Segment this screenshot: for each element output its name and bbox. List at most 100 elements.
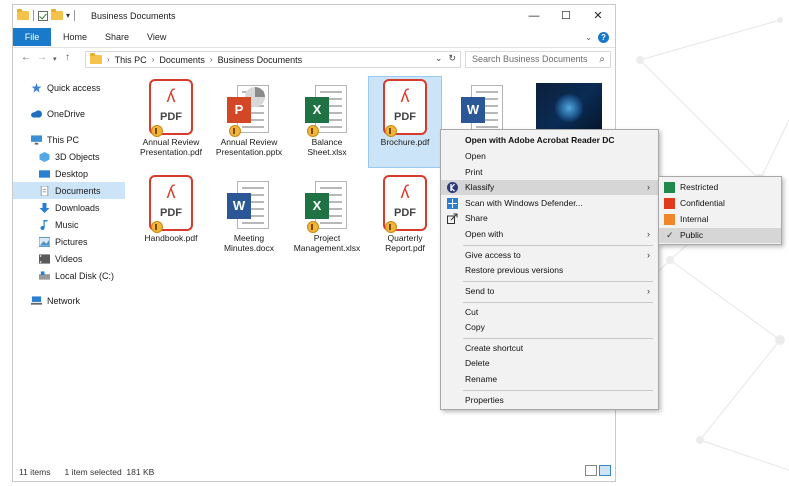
menu-item-cut[interactable]: Cut — [441, 305, 658, 320]
file-item[interactable]: ʎ PDF Handbook.pdf — [133, 175, 209, 243]
submenu-item-label: Restricted — [680, 182, 719, 192]
up-arrow-icon[interactable]: ↑ — [65, 52, 70, 63]
sidebar-item-label: Pictures — [55, 236, 88, 247]
sidebar-item-onedrive[interactable]: OneDrive — [13, 105, 125, 122]
network-icon — [31, 295, 42, 305]
menu-item-share[interactable]: Share — [441, 211, 658, 226]
star-icon — [31, 82, 42, 93]
pdf-file-icon: ʎ PDF — [383, 175, 427, 233]
menu-item-give-access[interactable]: Give access to › — [441, 248, 658, 263]
file-item[interactable]: X Project Management.xlsx — [289, 175, 365, 253]
tab-home[interactable]: Home — [63, 28, 87, 46]
download-icon — [39, 202, 50, 213]
file-name: Balance Sheet.xlsx — [307, 137, 347, 157]
menu-item-open-with[interactable]: Open with › — [441, 227, 658, 242]
chevron-right-icon: › — [107, 55, 110, 64]
chevron-right-icon: › — [647, 182, 650, 192]
tab-file[interactable]: File — [13, 28, 51, 46]
customize-toolbar-arrow-icon[interactable]: ▾ — [66, 11, 70, 20]
refresh-icon[interactable]: ↻ — [448, 53, 456, 64]
properties-check-icon[interactable] — [38, 10, 48, 21]
menu-item-properties[interactable]: Properties — [441, 393, 658, 408]
menu-item-label: Open with — [465, 229, 504, 239]
menu-item-print[interactable]: Print — [441, 165, 658, 180]
file-item[interactable]: W Meeting Minutes.docx — [211, 175, 287, 253]
tab-share[interactable]: Share — [105, 28, 129, 46]
menu-item-restore[interactable]: Restore previous versions — [441, 263, 658, 278]
sidebar-item-videos[interactable]: Videos — [13, 250, 125, 267]
acrobat-icon: ʎ — [166, 86, 176, 106]
maximize-button[interactable]: ☐ — [549, 8, 583, 24]
breadcrumb-business-documents[interactable]: Business Documents — [218, 55, 303, 65]
close-button[interactable]: ✕ — [581, 8, 615, 24]
forward-arrow-icon[interactable]: → — [37, 52, 47, 63]
search-icon[interactable]: ⌕ — [599, 52, 605, 67]
status-bar: 11 items 1 item selected 181 KB — [19, 467, 154, 477]
menu-separator — [463, 281, 653, 282]
submenu-item-public[interactable]: ✓ Public — [659, 228, 781, 243]
address-bar[interactable]: › This PC › Documents › Business Documen… — [85, 51, 461, 68]
new-folder-icon[interactable] — [51, 9, 63, 20]
sidebar-item-label: Videos — [55, 253, 83, 264]
menu-item-scan[interactable]: Scan with Windows Defender... — [441, 196, 658, 211]
menu-item-open[interactable]: Open — [441, 149, 658, 164]
search-placeholder: Search Business Documents — [472, 54, 588, 64]
file-item[interactable]: P Annual Review Presentation.pptx — [211, 79, 287, 157]
search-input[interactable]: Search Business Documents ⌕ — [465, 51, 611, 68]
sidebar-item-label: This PC — [47, 134, 80, 145]
menu-item-delete[interactable]: Delete — [441, 356, 658, 371]
file-name: Handbook.pdf — [144, 233, 198, 243]
menu-item-klassify[interactable]: Klassify › — [441, 180, 658, 195]
file-item[interactable]: ʎ PDF Annual Review Presentation.pdf — [133, 79, 209, 157]
menu-item-send-to[interactable]: Send to › — [441, 284, 658, 299]
sidebar-item-label: 3D Objects — [55, 151, 100, 162]
submenu-item-confidential[interactable]: Confidential — [659, 196, 781, 211]
sidebar-item-quick-access[interactable]: Quick access — [13, 79, 125, 96]
help-icon[interactable]: ? — [598, 32, 609, 43]
details-view-icon[interactable] — [585, 465, 597, 476]
breadcrumb-documents[interactable]: Documents — [159, 55, 205, 65]
sidebar-item-label: OneDrive — [47, 108, 86, 119]
menu-item-rename[interactable]: Rename — [441, 372, 658, 387]
menu-separator — [463, 338, 653, 339]
expand-ribbon-icon[interactable]: ⌄ — [585, 33, 592, 42]
sidebar-item-label: Documents — [55, 185, 101, 196]
submenu-item-label: Confidential — [680, 198, 725, 208]
menu-item-copy[interactable]: Copy — [441, 320, 658, 335]
klassify-badge-icon — [385, 125, 397, 137]
minimize-button[interactable]: — — [517, 8, 551, 24]
menu-item-label: Klassify — [465, 182, 495, 192]
file-name: Project Management.xlsx — [293, 233, 361, 253]
menu-item-create-shortcut[interactable]: Create shortcut — [441, 341, 658, 356]
tab-view[interactable]: View — [147, 28, 166, 46]
menu-separator — [463, 302, 653, 303]
sidebar-item-3d-objects[interactable]: 3D Objects — [13, 148, 125, 165]
sidebar-item-network[interactable]: Network — [13, 292, 125, 309]
file-item[interactable]: X Balance Sheet.xlsx — [289, 79, 365, 157]
large-icons-view-icon[interactable] — [599, 465, 611, 476]
file-item-selected[interactable]: ʎ PDF Brochure.pdf — [367, 76, 443, 168]
sidebar-item-downloads[interactable]: Downloads — [13, 199, 125, 216]
sidebar-item-this-pc[interactable]: This PC — [13, 131, 125, 148]
sidebar-item-documents[interactable]: Documents — [13, 182, 125, 199]
file-item[interactable]: ʎ PDF Quarterly Report.pdf — [367, 175, 443, 253]
chevron-down-icon[interactable]: ⌄ — [435, 53, 443, 64]
menu-item-open-with-acrobat[interactable]: Open with Adobe Acrobat Reader DC — [441, 133, 658, 148]
folder-icon — [90, 53, 102, 64]
ribbon-right-controls: ⌄ ? — [585, 32, 609, 43]
sidebar-item-label: Local Disk (C:) — [55, 270, 115, 281]
recent-locations-icon[interactable]: ▾ — [53, 55, 57, 63]
sidebar-item-music[interactable]: Music — [13, 216, 125, 233]
sidebar-item-label: Desktop — [55, 168, 89, 179]
submenu-item-internal[interactable]: Internal — [659, 212, 781, 227]
back-arrow-icon[interactable]: ← — [21, 52, 31, 63]
sidebar-item-desktop[interactable]: Desktop — [13, 165, 125, 182]
file-name: Annual Review Presentation.pdf — [140, 137, 202, 157]
menu-item-label: Send to — [465, 286, 495, 296]
sidebar-item-pictures[interactable]: Pictures — [13, 233, 125, 250]
breadcrumb-this-pc[interactable]: This PC — [115, 55, 147, 65]
file-name: Brochure.pdf — [380, 137, 430, 147]
file-item[interactable]: W — [445, 79, 521, 135]
sidebar-item-local-disk[interactable]: Local Disk (C:) — [13, 267, 125, 284]
submenu-item-restricted[interactable]: Restricted — [659, 180, 781, 195]
